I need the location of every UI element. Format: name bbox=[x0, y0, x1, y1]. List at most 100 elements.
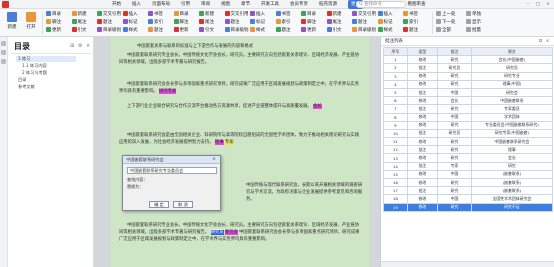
ribbon-small-button[interactable]: 尾注 bbox=[199, 19, 214, 26]
table-row[interactable]: 15 修改 中国 (嵌套联系) bbox=[383, 169, 554, 180]
document-page[interactable]: 中国嵌套关系与联系的标准与上下游合作与发展的内容和格式 中国嵌套联系研究专业会长… bbox=[110, 37, 370, 267]
ribbon-small-button[interactable]: 新建 bbox=[199, 11, 214, 18]
bookmark-icon[interactable] bbox=[1, 50, 6, 55]
toc-panel-icon[interactable] bbox=[1, 41, 6, 46]
menu-tab[interactable]: 插入 bbox=[132, 0, 141, 9]
ribbon-small-button[interactable]: 脚注 bbox=[46, 19, 61, 26]
toc-item[interactable]: 参考文献 bbox=[18, 84, 35, 90]
search-input[interactable]: Q 查找命令 bbox=[356, 1, 406, 8]
ribbon-small-button[interactable]: 样式 bbox=[250, 27, 265, 34]
menu-tab[interactable]: 页面布局 bbox=[152, 0, 170, 9]
table-row[interactable]: 1 修改 研究 会长(中国嵌套) bbox=[383, 55, 554, 65]
maximize-icon[interactable]: □ bbox=[534, 1, 542, 8]
ribbon-small-button[interactable]: 目录 bbox=[301, 11, 316, 18]
table-row[interactable]: 8 修改 中国 学术团体 bbox=[383, 112, 554, 122]
ribbon-small-button[interactable]: 更新 bbox=[301, 27, 316, 34]
ribbon-small-button[interactable]: 引文 bbox=[71, 27, 87, 34]
ribbon-small-button[interactable]: 新建 bbox=[71, 11, 87, 18]
ribbon-small-button[interactable]: 书签 bbox=[275, 11, 291, 18]
table-row[interactable]: 14 批注 专家 研究 bbox=[383, 161, 554, 171]
ribbon-small-button[interactable]: 目录 bbox=[173, 11, 189, 18]
table-row[interactable]: 12 批注 研究 理事 bbox=[383, 145, 554, 155]
table-row[interactable]: 6 修改 会长 中国嵌套联系 bbox=[383, 96, 554, 106]
ribbon-small-button[interactable]: 上一处 bbox=[436, 11, 456, 18]
table-row[interactable]: 2 批注 研究员 研究员 bbox=[383, 63, 554, 73]
table-row[interactable]: 17 批注 研究 (嵌套联系) bbox=[383, 186, 554, 196]
ribbon-small-button[interactable]: 目录级别 bbox=[352, 27, 376, 34]
table-row[interactable]: 13 修改 研究 会长 bbox=[383, 153, 554, 163]
ribbon-small-button[interactable]: 题注 bbox=[224, 19, 240, 26]
close-icon[interactable]: × bbox=[86, 43, 92, 49]
ribbon-small-button[interactable]: 交叉引用 bbox=[224, 11, 249, 18]
menu-tab[interactable]: 开发工具 bbox=[261, 0, 279, 9]
ribbon-small-button[interactable]: 更新 bbox=[173, 27, 189, 34]
ribbon-small-button[interactable]: 索引 bbox=[275, 19, 291, 26]
ribbon-small-button[interactable]: 插入 bbox=[122, 11, 138, 18]
menu-tab[interactable]: 稻壳资源 bbox=[319, 0, 337, 9]
table-row[interactable]: 16 修改 研究 (嵌套联系) bbox=[383, 177, 554, 188]
toc-item[interactable]: 1 练习 bbox=[16, 56, 76, 62]
ribbon-small-button[interactable]: 交叉引用 bbox=[352, 11, 376, 18]
close-icon[interactable]: × bbox=[544, 37, 551, 46]
menu-tab[interactable]: 开始 bbox=[112, 0, 121, 9]
ribbon-small-button[interactable]: 题注 bbox=[352, 19, 367, 26]
ribbon-small-button[interactable]: 标记 bbox=[250, 19, 265, 26]
table-row[interactable]: 4 修改 研究 理事(中国) bbox=[383, 79, 554, 89]
ribbon-big-button-new[interactable]: 新建 bbox=[3, 11, 21, 35]
ribbon-small-button[interactable]: 全部 bbox=[436, 27, 451, 34]
table-row[interactable]: 7 批注 研究 专家委员 bbox=[383, 104, 554, 114]
ribbon-small-button[interactable]: 书签 bbox=[403, 11, 418, 18]
ribbon-small-button[interactable]: 书签 bbox=[148, 11, 163, 18]
ribbon-small-button[interactable]: 显示 bbox=[466, 19, 481, 26]
toc-item[interactable]: 1.1 练习内容 bbox=[22, 63, 47, 69]
thumbnail-icon[interactable] bbox=[1, 59, 6, 64]
ribbon-small-button[interactable]: 索引 bbox=[403, 19, 418, 26]
table-header-cell[interactable]: 批注 bbox=[437, 46, 472, 57]
menu-tab[interactable]: 会员专享 bbox=[290, 0, 308, 9]
toc-item[interactable]: 目录 bbox=[18, 77, 26, 83]
menu-tab[interactable]: 审阅 bbox=[201, 0, 210, 9]
ribbon-small-button[interactable]: 尾注 bbox=[71, 19, 87, 26]
minimize-icon[interactable]: – bbox=[524, 1, 532, 8]
ok-button[interactable]: 确 定 bbox=[149, 201, 169, 208]
ribbon-big-button-open[interactable]: 打开 bbox=[22, 11, 40, 35]
ribbon-small-button[interactable]: 目录 bbox=[46, 11, 61, 18]
dialog-close-icon[interactable]: × bbox=[210, 156, 218, 164]
ribbon-small-button[interactable]: 尾注 bbox=[326, 19, 342, 26]
ribbon-small-button[interactable]: 批量 bbox=[466, 27, 481, 34]
table-row[interactable]: 5 批注 中国 研究会 bbox=[383, 87, 554, 98]
ribbon-small-button[interactable]: 题注 bbox=[275, 27, 291, 34]
ribbon-small-button[interactable]: 插入 bbox=[250, 11, 265, 18]
table-row[interactable]: 10 批注 研究员 研究专家(中国嵌套) bbox=[383, 128, 554, 139]
ribbon-small-button[interactable]: 下一处 bbox=[436, 19, 456, 26]
menu-tab[interactable]: 引用 bbox=[181, 0, 190, 9]
menu-tab[interactable]: 视图 bbox=[221, 0, 230, 9]
ribbon-small-button[interactable]: 题注 bbox=[97, 19, 112, 26]
ribbon-small-button[interactable]: 目录级别 bbox=[97, 27, 121, 34]
expand-icon[interactable]: ⊞ bbox=[70, 43, 76, 49]
pin-icon[interactable]: ⊡ bbox=[537, 37, 544, 46]
ribbon-small-button[interactable]: 题注 bbox=[403, 27, 418, 34]
ribbon-small-button[interactable]: 目录级别 bbox=[224, 27, 249, 34]
ribbon-small-button[interactable]: 标记 bbox=[377, 19, 393, 26]
ribbon-small-button[interactable]: 标记 bbox=[122, 19, 138, 26]
menu-tab[interactable]: 看图审查 bbox=[408, 0, 426, 9]
ribbon-small-button[interactable]: 引文 bbox=[326, 27, 342, 34]
find-input[interactable]: 中国嵌套联系研究专业委员会 bbox=[127, 167, 217, 174]
table-header-cell[interactable]: 序号 bbox=[383, 46, 408, 57]
table-row[interactable]: 9 修改 研究 专业委员会(中国嵌套联系研究) bbox=[383, 120, 554, 130]
ribbon-small-button[interactable]: 脚注 bbox=[173, 19, 189, 26]
table-row[interactable]: 18 修改 中国 全国性学术团体研究会 bbox=[383, 194, 554, 204]
ribbon-small-button[interactable]: 样式 bbox=[377, 27, 393, 34]
toc-item[interactable]: 2 练习与考题 bbox=[22, 70, 47, 76]
table-row[interactable]: 11 修改 研究 中国嵌套联系研究会 bbox=[383, 137, 554, 147]
table-header-cell[interactable]: 类型 bbox=[406, 46, 439, 57]
cancel-button[interactable]: 取 消 bbox=[173, 201, 193, 208]
table-row[interactable]: 3 修改 研究 研究专业 bbox=[383, 71, 554, 81]
ribbon-small-button[interactable]: 新建 bbox=[326, 11, 342, 18]
ribbon-small-button[interactable]: 题注 bbox=[148, 27, 163, 34]
menu-tab[interactable]: 章节 bbox=[241, 0, 250, 9]
ribbon-small-button[interactable]: 脚注 bbox=[301, 19, 316, 26]
ribbon-small-button[interactable]: 单独 bbox=[466, 11, 481, 18]
ribbon-small-button[interactable]: 样式 bbox=[122, 27, 138, 34]
